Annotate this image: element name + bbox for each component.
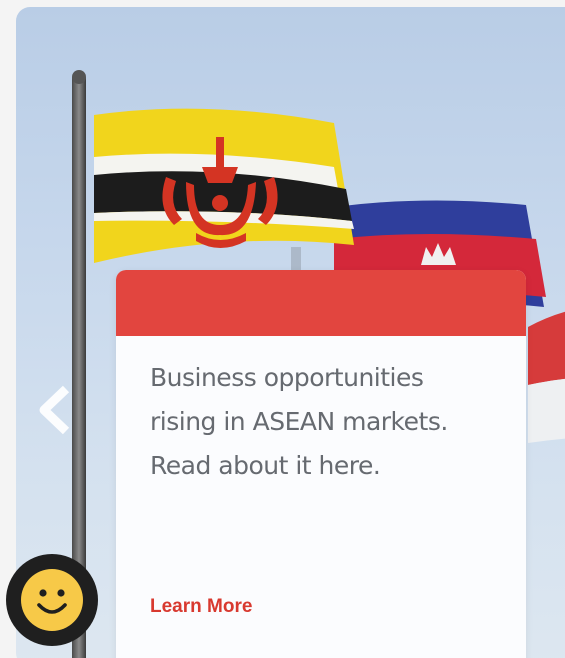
page: Business opportunities rising in ASEAN m… xyxy=(0,0,565,658)
promo-card-header-bar xyxy=(116,270,526,336)
promo-card: Business opportunities rising in ASEAN m… xyxy=(116,270,526,658)
feedback-button[interactable] xyxy=(6,554,98,646)
promo-text-line: rising in ASEAN markets. xyxy=(150,407,448,436)
chevron-left-icon[interactable] xyxy=(36,385,76,435)
promo-text-line: Business opportunities xyxy=(150,363,424,392)
promo-text: Business opportunities rising in ASEAN m… xyxy=(150,356,500,488)
promo-text-line: Read about it here. xyxy=(150,451,381,480)
smiley-icon xyxy=(21,569,83,631)
learn-more-link[interactable]: Learn More xyxy=(150,596,252,618)
